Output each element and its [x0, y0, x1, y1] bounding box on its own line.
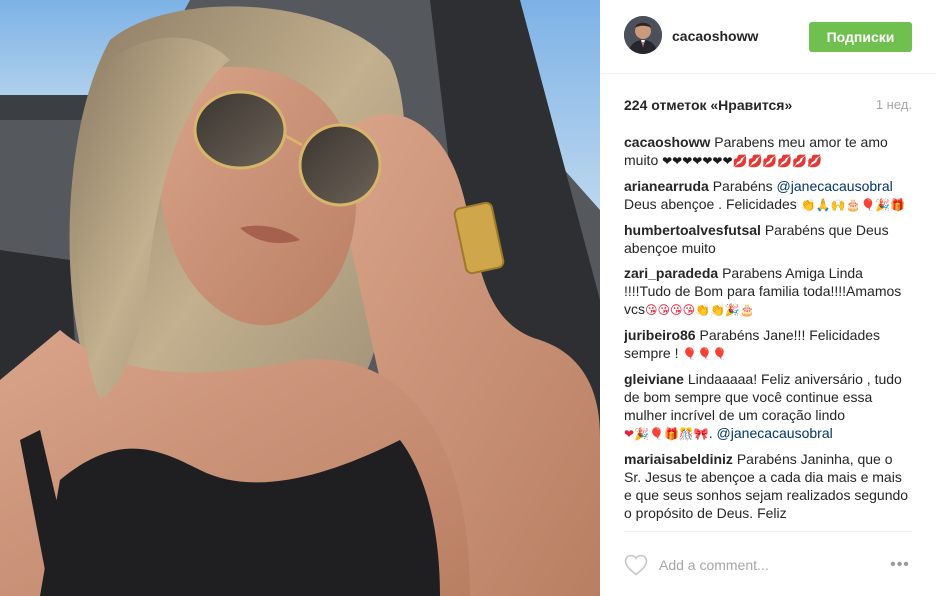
heart-emoji-icon: ❤❤❤❤❤❤❤: [662, 154, 733, 168]
comment-author[interactable]: humbertoalvesfutsal: [624, 222, 761, 238]
comment-item: gleiviane Lindaaaaa! Feliz aniversário ,…: [624, 370, 912, 443]
post-photo[interactable]: [0, 0, 600, 596]
comment-author[interactable]: zari_paradeda: [624, 265, 718, 281]
comment-item: humbertoalvesfutsal Parabéns que Deus ab…: [624, 221, 912, 257]
kiss-face-emoji-icon: 😘😘😘😘👏👏🎉🎂: [645, 303, 755, 317]
comment-item: juribeiro86 Parabéns Jane!!! Felicidades…: [624, 326, 912, 363]
likes-count[interactable]: 224 отметок «Нравится»: [624, 97, 792, 113]
comment-mention[interactable]: @janecacausobral: [777, 178, 893, 194]
celebration-emoji-icon: ❤🎉🎈🎁🎊🎀: [624, 427, 709, 441]
comment-input[interactable]: [659, 552, 879, 578]
heart-outline-icon[interactable]: [624, 554, 648, 576]
balloon-emoji-icon: 🎈🎈🎈: [682, 347, 728, 361]
post-timestamp[interactable]: 1 нед.: [876, 97, 912, 112]
post-sidebar: cacaoshoww Подписки 224 отметок «Нравитс…: [600, 0, 936, 596]
party-emoji-icon: 👏🙏🙌🎂🎈🎉🎁: [800, 198, 906, 212]
comments-list[interactable]: cacaoshoww Parabens meu amor te amo muit…: [624, 133, 912, 531]
comment-item: cacaoshoww Parabens meu amor te amo muit…: [624, 133, 912, 170]
selfie-illustration: [0, 0, 600, 596]
comment-mention[interactable]: @janecacausobral: [717, 425, 833, 441]
avatar[interactable]: [624, 16, 662, 54]
kiss-emoji-icon: 💋💋💋💋💋💋: [732, 154, 823, 168]
comment-text: Parabéns: [712, 178, 777, 194]
likes-row: 224 отметок «Нравится» 1 нед.: [624, 97, 912, 115]
comment-author[interactable]: cacaoshoww: [624, 134, 710, 150]
more-options-icon[interactable]: •••: [888, 556, 912, 574]
comment-text: Deus abençoe . Felicidades: [624, 196, 801, 212]
post-header: cacaoshoww Подписки: [600, 0, 936, 74]
avatar-man-icon: [624, 16, 662, 54]
comment-item: zari_paradeda Parabens Amiga Linda !!!!T…: [624, 264, 912, 319]
comment-author[interactable]: juribeiro86: [624, 327, 696, 343]
comment-author[interactable]: arianearruda: [624, 178, 709, 194]
comment-author[interactable]: gleiviane: [624, 371, 684, 387]
follow-button[interactable]: Подписки: [809, 22, 912, 52]
author-username[interactable]: cacaoshoww: [672, 28, 758, 44]
post-footer: •••: [624, 531, 912, 596]
comment-item: arianearruda Parabéns @janecacausobral D…: [624, 177, 912, 214]
comment-text: .: [708, 425, 717, 441]
comment-item: mariaisabeldiniz Parabéns Janinha, que o…: [624, 450, 912, 522]
post: cacaoshoww Подписки 224 отметок «Нравитс…: [0, 0, 936, 596]
comment-author[interactable]: mariaisabeldiniz: [624, 451, 733, 467]
